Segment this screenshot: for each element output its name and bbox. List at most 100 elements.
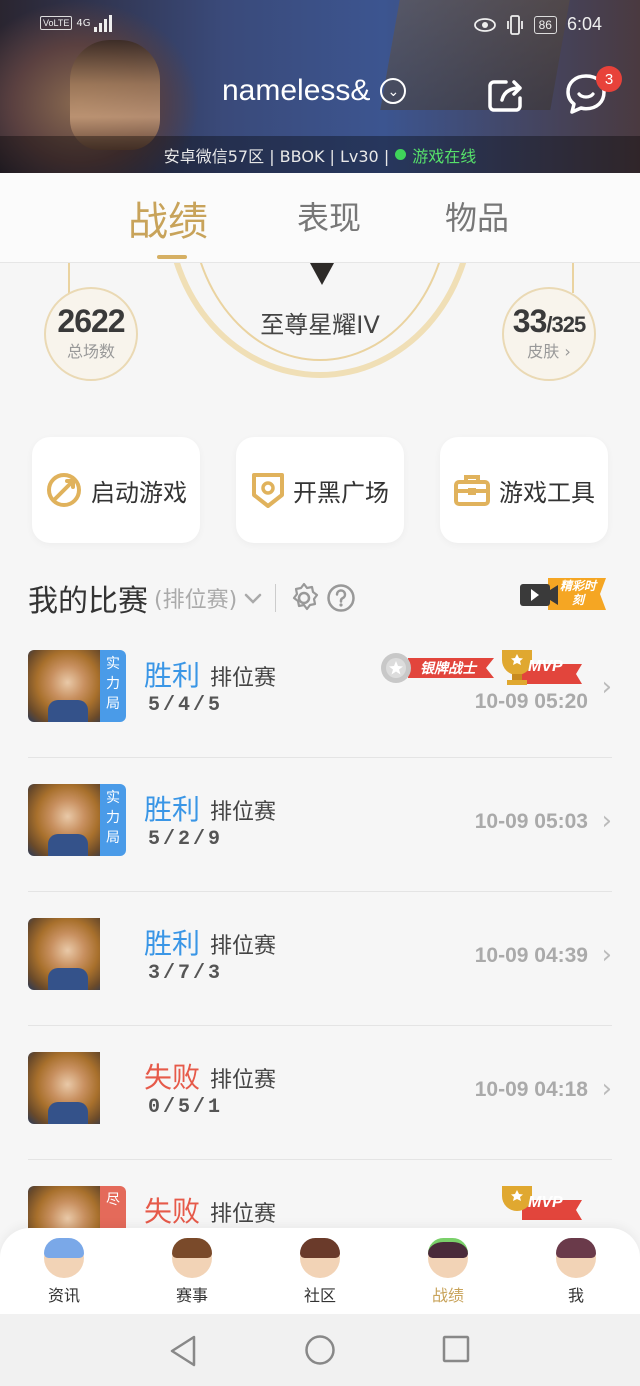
game-tools-button[interactable]: 游戏工具 <box>440 437 608 543</box>
bottom-navigation: 资讯 赛事 社区 战绩 我 <box>0 1228 640 1314</box>
tab-performance[interactable]: 表现 <box>297 193 361 239</box>
nav-me-label: 我 <box>567 1286 584 1305</box>
match-kda: 5/4/5 <box>148 694 224 717</box>
tab-items[interactable]: 物品 <box>445 193 509 239</box>
account-switcher[interactable]: nameless& ⌄ <box>222 74 407 108</box>
highlight-moments-label: 精彩时刻 <box>559 579 596 607</box>
match-kda: 5/2/9 <box>148 828 224 851</box>
nav-community[interactable]: 社区 <box>280 1238 360 1306</box>
match-mode: 排位赛 <box>210 800 277 825</box>
nav-me[interactable]: 我 <box>536 1238 616 1306</box>
username: nameless& <box>222 74 371 107</box>
online-status-dot <box>395 149 407 160</box>
match-mode: 排位赛 <box>210 1068 277 1093</box>
back-icon[interactable] <box>168 1334 198 1368</box>
game-tools-icon <box>454 475 490 506</box>
news-avatar-icon <box>44 1238 84 1278</box>
launch-game-label: 启动游戏 <box>91 478 187 507</box>
hero-avatar: 实力局 <box>28 784 126 856</box>
team-plaza-icon <box>252 473 284 508</box>
match-time: 10-09 05:20 <box>474 690 588 713</box>
me-avatar-icon <box>556 1238 596 1278</box>
home-icon[interactable] <box>304 1334 336 1366</box>
rank-summary: 至尊星耀IV 2622 总场数 33/325 皮肤 › <box>0 263 640 413</box>
total-matches-stat: 2622 总场数 <box>44 287 138 381</box>
main-tabs: 战绩 表现 物品 <box>0 173 640 263</box>
skins-stat[interactable]: 33/325 皮肤 › <box>502 287 596 381</box>
online-status-text: 游戏在线 <box>412 146 477 166</box>
eye-comfort-icon <box>473 17 496 32</box>
nav-news[interactable]: 资讯 <box>24 1238 104 1306</box>
match-time: 10-09 05:03 <box>474 810 588 833</box>
battery-indicator: 86 <box>533 15 557 34</box>
match-mode: 排位赛 <box>210 1202 277 1227</box>
match-kda: 3/7/3 <box>148 962 224 985</box>
profile-header: VoLTE 4G 86 6:04 nameless& ⌄ 3 安卓微信57区 |… <box>0 0 640 173</box>
chevron-right-icon: › <box>601 1074 612 1104</box>
match-type-filter[interactable]: (排位赛) <box>154 582 237 614</box>
team-plaza-label: 开黑广场 <box>293 478 389 507</box>
account-info-bar: 安卓微信57区 | BBOK | Lv30 | 游戏在线 <box>0 136 640 173</box>
help-icon[interactable] <box>326 583 356 613</box>
match-result: 失败 <box>144 1061 201 1094</box>
match-row[interactable]: 胜利 排位赛 3/7/3 10-09 04:39 › <box>28 892 612 1026</box>
silver-warrior-label: 银牌战士 <box>420 661 476 677</box>
skins-owned-value: 33 <box>512 303 548 339</box>
match-row[interactable]: 失败 排位赛 0/5/1 10-09 04:18 › <box>28 1026 612 1160</box>
match-result: 失败 <box>144 1195 201 1228</box>
decor-line <box>572 263 574 293</box>
chevron-down-icon: ⌄ <box>380 78 407 104</box>
hero-avatar: 实力局 <box>28 650 126 722</box>
nav-record-label: 战绩 <box>431 1286 464 1305</box>
mvp-label: MVP <box>528 1194 563 1211</box>
game-tools-label: 游戏工具 <box>499 478 595 507</box>
vibrate-icon <box>506 14 523 35</box>
chevron-down-icon[interactable] <box>243 591 263 605</box>
hero-portrait <box>70 40 160 150</box>
chevron-right-icon: › <box>601 940 612 970</box>
chevron-right-icon: › <box>601 672 612 702</box>
active-tab-indicator <box>157 255 187 259</box>
skins-label: 皮肤 <box>527 342 560 361</box>
nav-news-label: 资讯 <box>47 1286 80 1305</box>
record-avatar-icon <box>428 1238 468 1278</box>
signal-icon <box>94 14 113 32</box>
recent-apps-icon[interactable] <box>442 1334 470 1364</box>
match-result: 胜利 <box>144 927 201 960</box>
nav-events[interactable]: 赛事 <box>152 1238 232 1306</box>
strength-match-tag: 实力局 <box>100 784 126 856</box>
chevron-right-icon: › <box>559 342 571 361</box>
chevron-right-icon: › <box>601 806 612 836</box>
launch-game-icon <box>47 473 81 507</box>
my-matches-header: 我的比赛 (排位赛) <box>28 576 356 620</box>
divider <box>275 584 277 612</box>
total-matches-value: 2622 <box>57 303 125 339</box>
mvp-label: MVP <box>528 658 563 675</box>
match-result: 胜利 <box>144 793 201 826</box>
hero-avatar <box>28 918 126 990</box>
network-type: 4G <box>76 17 91 29</box>
my-matches-title: 我的比赛 <box>28 584 148 619</box>
system-navigation-bar <box>0 1314 640 1386</box>
match-row[interactable]: 实力局 胜利 排位赛 5/4/5 银牌战士 MVP 10-09 05:20 › <box>28 624 612 758</box>
nav-community-label: 社区 <box>303 1286 336 1305</box>
decor-line <box>68 263 70 293</box>
match-time: 10-09 04:39 <box>474 944 588 967</box>
volte-indicator: VoLTE <box>40 16 73 30</box>
settings-gear-icon[interactable] <box>288 582 320 614</box>
launch-game-button[interactable]: 启动游戏 <box>32 437 200 543</box>
match-row[interactable]: 实力局 胜利 排位赛 5/2/9 10-09 05:03 › <box>28 758 612 892</box>
nav-events-label: 赛事 <box>175 1286 208 1305</box>
server-level-info: 安卓微信57区 | BBOK | Lv30 | <box>163 146 390 166</box>
share-icon[interactable] <box>486 76 528 114</box>
strength-match-tag: 实力局 <box>100 650 126 722</box>
skins-total-value: /325 <box>546 312 586 337</box>
match-mode: 排位赛 <box>210 666 277 691</box>
tab-record[interactable]: 战绩 <box>128 189 208 247</box>
hero-avatar <box>28 1052 126 1124</box>
events-avatar-icon <box>172 1238 212 1278</box>
community-avatar-icon <box>300 1238 340 1278</box>
match-result: 胜利 <box>144 659 201 692</box>
team-plaza-button[interactable]: 开黑广场 <box>236 437 404 543</box>
nav-record[interactable]: 战绩 <box>408 1238 488 1306</box>
